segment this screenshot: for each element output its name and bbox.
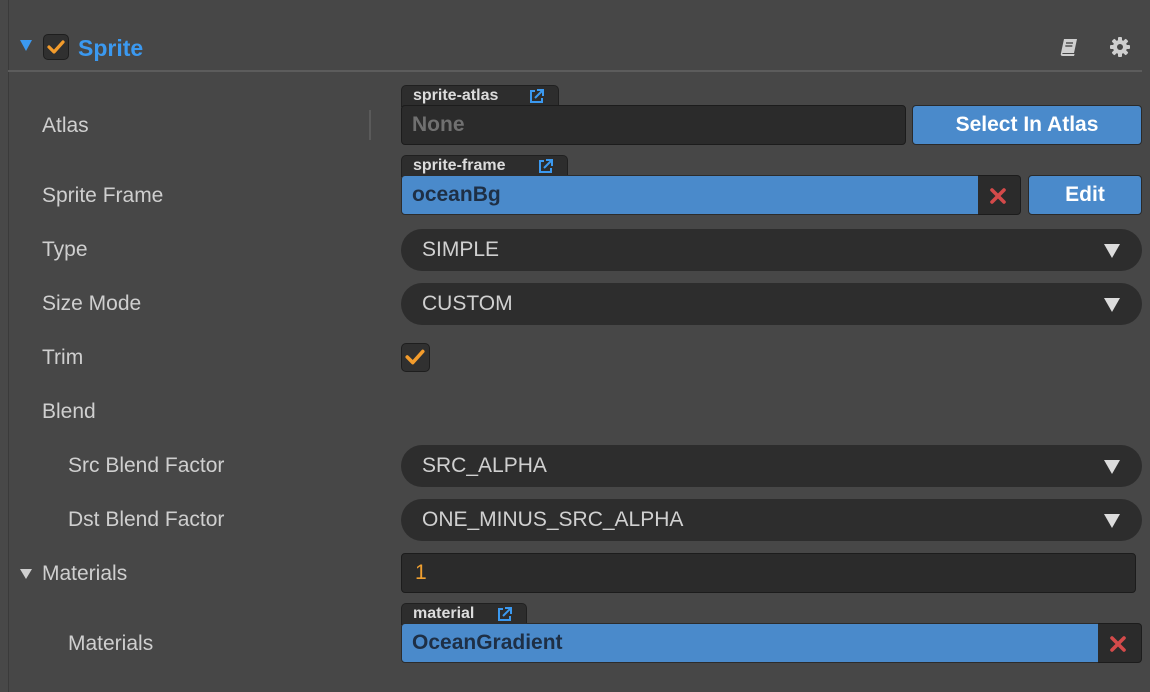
src-blend-factor-label: Src Blend Factor xyxy=(68,454,225,477)
sprite-frame-tag-label: sprite-frame xyxy=(413,157,506,174)
src-blend-factor-select[interactable]: SRC_ALPHA xyxy=(401,445,1142,487)
sprite-frame-field[interactable]: oceanBg xyxy=(401,175,979,215)
checkmark-icon xyxy=(47,40,65,54)
select-in-atlas-button[interactable]: Select In Atlas xyxy=(912,105,1142,145)
trim-label: Trim xyxy=(42,346,84,369)
type-select-value: SIMPLE xyxy=(422,238,500,261)
component-enabled-checkbox[interactable] xyxy=(43,34,69,60)
checkmark-icon xyxy=(405,349,425,365)
type-select[interactable]: SIMPLE xyxy=(401,229,1142,271)
dropdown-arrow-icon xyxy=(1104,298,1120,312)
component-header: Sprite xyxy=(8,26,1142,72)
sprite-frame-label: Sprite Frame xyxy=(42,184,164,207)
component-title: Sprite xyxy=(78,35,144,61)
type-label: Type xyxy=(42,238,88,261)
material-tag-label: material xyxy=(413,605,475,622)
src-blend-factor-value: SRC_ALPHA xyxy=(422,454,547,477)
size-mode-select-value: CUSTOM xyxy=(422,292,513,315)
dropdown-arrow-icon xyxy=(1104,460,1120,474)
materials-count-input[interactable]: 1 xyxy=(401,553,1136,593)
sprite-atlas-tag-label: sprite-atlas xyxy=(413,87,499,104)
trim-checkbox[interactable] xyxy=(401,343,430,372)
sprite-atlas-type-tag: sprite-atlas xyxy=(401,85,559,107)
gear-icon[interactable] xyxy=(1109,36,1131,63)
dropdown-arrow-icon xyxy=(1104,244,1120,258)
edit-button[interactable]: Edit xyxy=(1028,175,1142,215)
label-divider[interactable] xyxy=(369,110,371,140)
atlas-field[interactable]: None xyxy=(401,105,906,145)
atlas-label: Atlas xyxy=(42,114,89,137)
materials-label: Materials xyxy=(42,562,128,585)
remove-material-button[interactable] xyxy=(1098,623,1142,663)
material-type-tag: material xyxy=(401,603,527,625)
remove-icon xyxy=(1110,636,1126,652)
size-mode-select[interactable]: CUSTOM xyxy=(401,283,1142,325)
dst-blend-factor-label: Dst Blend Factor xyxy=(68,508,225,531)
materials-collapse-arrow-icon[interactable] xyxy=(20,569,32,579)
remove-sprite-frame-button[interactable] xyxy=(978,175,1021,215)
book-icon[interactable] xyxy=(1058,36,1080,63)
material-field[interactable]: OceanGradient xyxy=(401,623,1099,663)
blend-label: Blend xyxy=(42,400,96,423)
dst-blend-factor-value: ONE_MINUS_SRC_ALPHA xyxy=(422,508,684,531)
size-mode-label: Size Mode xyxy=(42,292,142,315)
collapse-arrow-icon[interactable] xyxy=(20,40,32,51)
sprite-frame-type-tag: sprite-frame xyxy=(401,155,568,177)
materials-item-label: Materials xyxy=(68,632,154,655)
remove-icon xyxy=(990,188,1006,204)
dst-blend-factor-select[interactable]: ONE_MINUS_SRC_ALPHA xyxy=(401,499,1142,541)
dropdown-arrow-icon xyxy=(1104,514,1120,528)
